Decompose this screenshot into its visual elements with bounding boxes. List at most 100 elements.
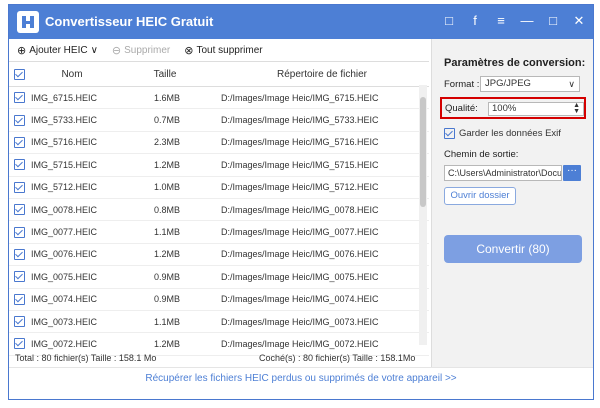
file-size: 1.2MB xyxy=(153,249,180,260)
table-row[interactable]: IMG_5715.HEIC 1.2MB D:/Images/Image Heic/I… xyxy=(9,154,429,177)
exif-label: Garder les données Exif xyxy=(459,128,561,139)
row-checkbox[interactable] xyxy=(9,159,29,171)
remove-icon: ⊖ xyxy=(111,44,122,57)
delete-label: Supprimer xyxy=(124,44,171,56)
checked-status: Coché(s) : 80 fichier(s) Taille : 158.1M… xyxy=(259,353,416,363)
open-folder-button[interactable]: Ouvrir dossier xyxy=(444,187,516,205)
close-icon[interactable]: ✕ xyxy=(571,13,587,29)
file-name: IMG_0075.HEIC xyxy=(31,271,98,282)
table-row[interactable]: IMG_0078.HEIC 0.8MB D:/Images/Image Heic/I… xyxy=(9,199,429,222)
quality-label: Qualité: xyxy=(445,103,478,114)
column-header-directory[interactable]: Répertoire de fichier xyxy=(215,69,429,80)
minimize-icon[interactable]: — xyxy=(519,13,535,29)
row-checkbox[interactable] xyxy=(9,204,29,216)
table-row[interactable]: IMG_5733.HEIC 0.7MB D:/Images/Image Heic/I… xyxy=(9,109,429,132)
file-directory: D:/Images/Image Heic/IMG_0074.HEIC xyxy=(221,294,379,305)
row-checkbox[interactable] xyxy=(9,338,29,350)
browse-button[interactable]: ··· xyxy=(563,165,581,181)
table-row[interactable]: IMG_0077.HEIC 1.1MB D:/Images/Image Heic/I… xyxy=(9,221,429,244)
table-row[interactable]: IMG_0073.HEIC 1.1MB D:/Images/Image Heic/I… xyxy=(9,311,429,334)
exif-option[interactable]: Garder les données Exif xyxy=(444,128,561,139)
file-name: IMG_6715.HEIC xyxy=(31,92,98,103)
file-size: 1.6MB xyxy=(153,92,180,103)
row-checkbox[interactable] xyxy=(9,248,29,260)
select-all-checkbox[interactable] xyxy=(9,68,29,80)
delete-all-label: Tout supprimer xyxy=(196,44,263,56)
row-checkbox[interactable] xyxy=(9,114,29,126)
output-path-label: Chemin de sortie: xyxy=(444,149,519,160)
maximize-icon[interactable]: □ xyxy=(545,13,561,29)
row-checkbox[interactable] xyxy=(9,92,29,104)
delete-all-button[interactable]: ⊗ Tout supprimer xyxy=(184,44,262,57)
file-name: IMG_0078.HEIC xyxy=(31,204,98,215)
column-header-name[interactable]: Nom xyxy=(29,69,115,80)
menu-icon[interactable]: ≡ xyxy=(493,13,509,29)
output-path-input[interactable]: C:\Users\Administrator\Docu xyxy=(444,165,562,181)
table-row[interactable]: IMG_0075.HEIC 0.9MB D:/Images/Image Heic/I… xyxy=(9,266,429,289)
exif-checkbox[interactable] xyxy=(444,128,455,139)
chevron-down-icon: ∨ xyxy=(90,44,98,56)
panel-title: Paramètres de conversion: xyxy=(444,57,586,69)
file-table: Nom Taille Répertoire de fichier IMG_671… xyxy=(9,61,429,356)
recovery-link[interactable]: Récupérer les fichiers HEIC perdus ou su… xyxy=(9,373,593,384)
row-checkbox[interactable] xyxy=(9,136,29,148)
table-row[interactable]: IMG_6715.HEIC 1.6MB D:/Images/Image Heic/I… xyxy=(9,87,429,110)
toolbar: ⊕ Ajouter HEIC ∨ ⊖ Supprimer ⊗ Tout supp… xyxy=(9,39,429,61)
file-directory: D:/Images/Image Heic/IMG_0078.HEIC xyxy=(221,204,379,215)
row-checkbox[interactable] xyxy=(9,316,29,328)
table-body: IMG_6715.HEIC 1.6MB D:/Images/Image Heic/I… xyxy=(9,87,429,356)
delete-button[interactable]: ⊖ Supprimer xyxy=(112,44,170,57)
feedback-icon[interactable]: □ xyxy=(441,13,457,29)
app-window: Convertisseur HEIC Gratuit □ f ≡ — □ ✕ ⊕… xyxy=(8,4,594,400)
file-name: IMG_5733.HEIC xyxy=(31,115,98,126)
file-size: 0.7MB xyxy=(153,115,180,126)
row-checkbox[interactable] xyxy=(9,293,29,305)
table-row[interactable]: IMG_0076.HEIC 1.2MB D:/Images/Image Heic/I… xyxy=(9,244,429,267)
file-size: 1.1MB xyxy=(153,316,180,327)
quality-highlight: Qualité: 100% ▲ ▼ xyxy=(440,97,586,119)
stepper-arrows-icon[interactable]: ▲ ▼ xyxy=(573,102,580,115)
total-status: Total : 80 fichier(s) Taille : 158.1 Mo xyxy=(15,353,157,363)
title-bar: Convertisseur HEIC Gratuit □ f ≡ — □ ✕ xyxy=(9,5,593,39)
table-row[interactable]: IMG_0074.HEIC 0.9MB D:/Images/Image Heic/I… xyxy=(9,289,429,311)
format-label: Format : xyxy=(444,79,480,90)
row-checkbox[interactable] xyxy=(9,226,29,238)
footer-divider xyxy=(9,367,593,368)
file-size: 2.3MB xyxy=(153,137,180,148)
file-directory: D:/Images/Image Heic/IMG_0075.HEIC xyxy=(221,271,379,282)
file-directory: D:/Images/Image Heic/IMG_5712.HEIC xyxy=(221,182,379,193)
file-size: 1.2MB xyxy=(153,159,180,170)
conversion-settings-panel: Paramètres de conversion: Format : JPG/J… xyxy=(431,39,593,367)
clear-icon: ⊗ xyxy=(184,44,194,57)
table-scrollbar[interactable] xyxy=(419,85,427,345)
file-name: IMG_5712.HEIC xyxy=(31,182,98,193)
file-directory: D:/Images/Image Heic/IMG_5715.HEIC xyxy=(221,159,379,170)
file-directory: D:/Images/Image Heic/IMG_5716.HEIC xyxy=(221,137,379,148)
file-directory: D:/Images/Image Heic/IMG_5733.HEIC xyxy=(221,115,379,126)
file-name: IMG_0076.HEIC xyxy=(31,249,98,260)
file-name: IMG_0077.HEIC xyxy=(31,227,98,238)
chevron-down-icon: ∨ xyxy=(568,79,575,89)
row-checkbox[interactable] xyxy=(9,271,29,283)
file-directory: D:/Images/Image Heic/IMG_0077.HEIC xyxy=(221,227,379,238)
add-heic-button[interactable]: ⊕ Ajouter HEIC ∨ xyxy=(17,44,98,57)
quality-stepper[interactable]: 100% ▲ ▼ xyxy=(488,102,584,116)
file-name: IMG_0074.HEIC xyxy=(31,294,98,305)
row-checkbox[interactable] xyxy=(9,181,29,193)
format-select[interactable]: JPG/JPEG ∨ xyxy=(480,76,580,92)
status-bar: Total : 80 fichier(s) Taille : 158.1 Mo … xyxy=(9,349,429,367)
file-size: 0.8MB xyxy=(153,204,180,215)
file-directory: D:/Images/Image Heic/IMG_0073.HEIC xyxy=(221,316,379,327)
file-directory: D:/Images/Image Heic/IMG_0076.HEIC xyxy=(221,249,379,260)
facebook-icon[interactable]: f xyxy=(467,13,483,29)
convert-button[interactable]: Convertir (80) xyxy=(444,235,582,263)
scrollbar-thumb[interactable] xyxy=(420,97,426,207)
file-size: 0.9MB xyxy=(153,294,180,305)
file-size: 1.1MB xyxy=(153,227,180,238)
column-header-size[interactable]: Taille xyxy=(115,69,215,80)
app-title: Convertisseur HEIC Gratuit xyxy=(45,14,214,29)
table-row[interactable]: IMG_5712.HEIC 1.0MB D:/Images/Image Heic/I… xyxy=(9,177,429,199)
table-row[interactable]: IMG_5716.HEIC 2.3MB D:/Images/Image Heic/I… xyxy=(9,132,429,155)
file-directory: D:/Images/Image Heic/IMG_0072.HEIC xyxy=(221,338,379,349)
add-icon: ⊕ xyxy=(17,44,27,57)
